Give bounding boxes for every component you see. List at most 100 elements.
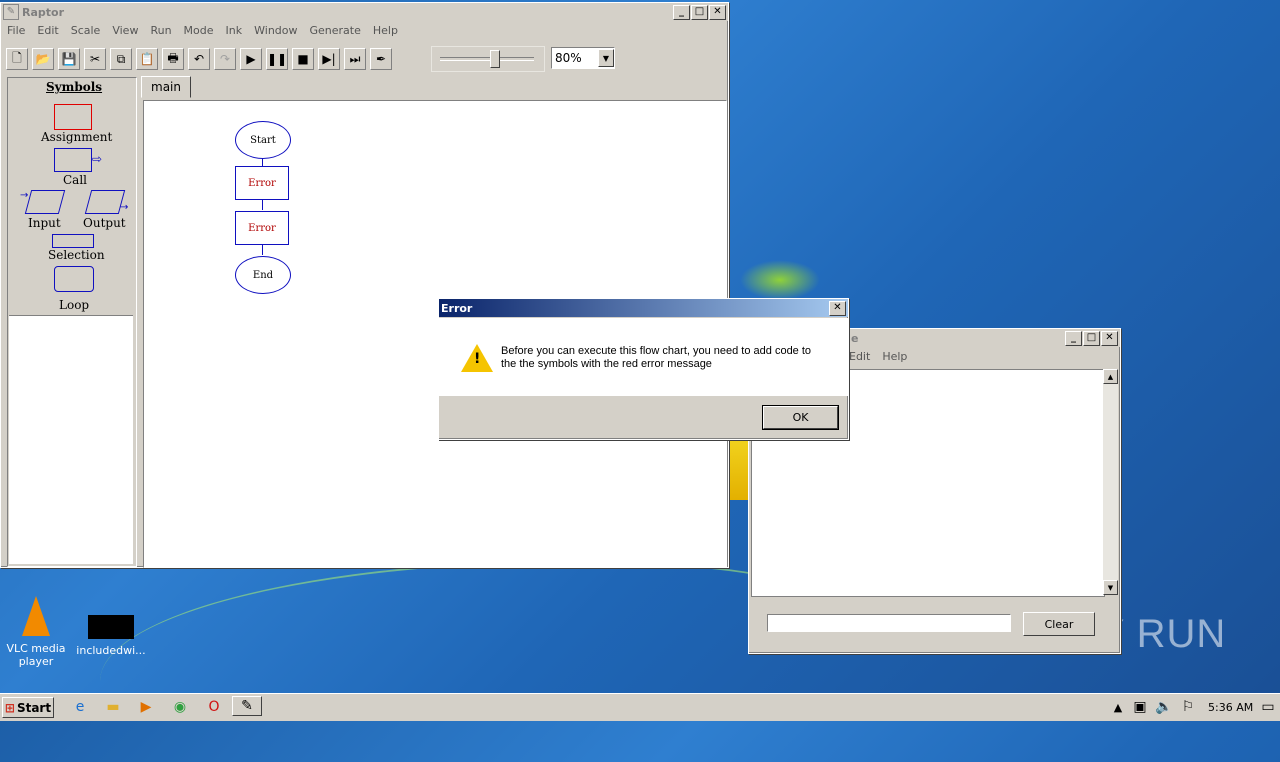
new-file-button[interactable]: 🗋 xyxy=(6,48,28,70)
close-button[interactable]: ✕ xyxy=(709,4,726,20)
maximize-button[interactable]: □ xyxy=(1083,330,1100,346)
menu-help[interactable]: Help xyxy=(367,24,404,37)
stop-button[interactable]: ■ xyxy=(292,48,314,70)
scroll-up-button[interactable]: ▲ xyxy=(1103,369,1118,384)
pen-icon: ✒ xyxy=(375,52,387,66)
symbol-selection[interactable] xyxy=(52,234,94,248)
symbol-call[interactable] xyxy=(54,148,92,172)
menu-ink[interactable]: Ink xyxy=(220,24,249,37)
desktop-icon-label: VLC media xyxy=(6,642,66,655)
show-desktop-icon[interactable]: ▭ xyxy=(1258,698,1278,716)
play-icon: ▶ xyxy=(246,52,256,66)
raptor-toolbar: 🗋 📂 💾 ✂ ⧉ 📋 🖶 ↶ ↷ ▶ ❚❚ ■ ▶| ⏭ ✒ xyxy=(6,48,396,70)
dialog-title: Error xyxy=(441,301,473,315)
flowchart-error-label: Error xyxy=(248,177,276,189)
console-input[interactable] xyxy=(767,614,1011,632)
taskbar-raptor-button[interactable]: ✎ xyxy=(232,696,262,716)
action-center-flag-icon[interactable]: ⚐ xyxy=(1178,698,1198,716)
menu-edit[interactable]: Edit xyxy=(31,24,64,37)
zoom-dropdown-button[interactable]: ▼ xyxy=(598,49,614,67)
window-title: Raptor xyxy=(22,5,65,19)
dialog-body: ! Before you can execute this flow chart… xyxy=(439,318,848,396)
ok-button[interactable]: OK xyxy=(762,405,839,430)
volume-icon[interactable]: 🔈 xyxy=(1154,698,1174,716)
print-button[interactable]: 🖶 xyxy=(162,48,184,70)
ie-icon[interactable]: e xyxy=(70,698,90,716)
tab-label: main xyxy=(151,80,181,94)
desktop-icon-included[interactable]: includedwi... xyxy=(76,615,146,657)
vlc-cone-icon xyxy=(22,596,50,636)
open-file-button[interactable]: 📂 xyxy=(32,48,54,70)
arrow-down-icon: ▼ xyxy=(1107,583,1114,592)
minimize-button[interactable]: _ xyxy=(1065,330,1082,346)
media-player-icon[interactable]: ▶ xyxy=(136,698,156,716)
speed-slider[interactable] xyxy=(431,46,545,72)
close-button[interactable]: ✕ xyxy=(1101,330,1118,346)
pause-icon: ❚❚ xyxy=(266,52,288,66)
menu-mode[interactable]: Mode xyxy=(178,24,220,37)
cut-button[interactable]: ✂ xyxy=(84,48,106,70)
clear-button[interactable]: Clear xyxy=(1023,612,1095,636)
dialog-titlebar[interactable]: Error ✕ xyxy=(439,299,848,317)
menu-view[interactable]: View xyxy=(106,24,144,37)
paste-button[interactable]: 📋 xyxy=(136,48,158,70)
flowchart-end[interactable]: End xyxy=(235,256,291,294)
run-button[interactable]: ▶ xyxy=(240,48,262,70)
save-button[interactable]: 💾 xyxy=(58,48,80,70)
raptor-titlebar[interactable]: ✎ Raptor _ □ ✕ xyxy=(1,3,728,21)
clear-button-label: Clear xyxy=(1044,617,1074,631)
zoom-select[interactable]: 80% ▼ xyxy=(551,47,615,69)
maximize-button[interactable]: □ xyxy=(691,4,708,20)
file-thumbnail-icon xyxy=(88,615,134,639)
desktop-icon-vlc[interactable]: VLC media player xyxy=(6,596,66,668)
flowchart-end-label: End xyxy=(252,269,274,281)
wallpaper-accent xyxy=(728,440,748,500)
menu-window[interactable]: Window xyxy=(248,24,303,37)
tab-main[interactable]: main xyxy=(141,76,191,98)
variables-pane[interactable] xyxy=(9,315,133,564)
dialog-message-line: the the symbols with the red error messa… xyxy=(501,358,712,370)
ink-pen-button[interactable]: ✒ xyxy=(370,48,392,70)
network-icon[interactable]: ▣ xyxy=(1130,698,1150,716)
pause-button[interactable]: ❚❚ xyxy=(266,48,288,70)
minimize-button[interactable]: _ xyxy=(673,4,690,20)
run-complete-button[interactable]: ⏭ xyxy=(344,48,366,70)
step-button[interactable]: ▶| xyxy=(318,48,340,70)
symbol-output-label: Output xyxy=(83,216,126,230)
console-scrollbar[interactable]: ▲ ▼ xyxy=(1103,369,1118,595)
chrome-icon[interactable]: ◉ xyxy=(170,698,190,716)
chevron-down-icon: ▼ xyxy=(602,53,610,63)
symbol-loop-label: Loop xyxy=(59,298,90,312)
symbol-assignment[interactable] xyxy=(54,104,92,130)
redo-button[interactable]: ↷ xyxy=(214,48,236,70)
menu-scale[interactable]: Scale xyxy=(65,24,107,37)
input-arrow-icon: → xyxy=(20,190,29,201)
folder-open-icon: 📂 xyxy=(35,52,51,66)
flowchart-start[interactable]: Start xyxy=(235,121,291,159)
flowchart-start-label: Start xyxy=(250,134,276,146)
undo-icon: ↶ xyxy=(193,52,205,66)
flowchart-error-label: Error xyxy=(248,222,276,234)
start-button[interactable]: ⊞ Start xyxy=(2,697,54,718)
flowchart-connector xyxy=(262,245,263,255)
symbol-input[interactable] xyxy=(24,190,66,214)
undo-button[interactable]: ↶ xyxy=(188,48,210,70)
menu-help[interactable]: Help xyxy=(876,350,913,363)
slider-thumb[interactable] xyxy=(489,50,500,68)
scroll-down-button[interactable]: ▼ xyxy=(1103,580,1118,595)
menu-generate[interactable]: Generate xyxy=(304,24,367,37)
dialog-close-button[interactable]: ✕ xyxy=(829,300,846,316)
menu-run[interactable]: Run xyxy=(144,24,177,37)
flowchart-error-1[interactable]: Error xyxy=(235,166,289,200)
clock[interactable]: 5:36 AM xyxy=(1208,701,1253,714)
stop-icon: ■ xyxy=(297,52,309,66)
copy-button[interactable]: ⧉ xyxy=(110,48,132,70)
show-hidden-icons[interactable]: ▲ xyxy=(1108,698,1128,716)
opera-icon[interactable]: O xyxy=(204,698,224,716)
arrow-up-icon: ▲ xyxy=(1107,372,1114,381)
menu-file[interactable]: File xyxy=(1,24,31,37)
explorer-folder-icon[interactable]: ▬ xyxy=(103,698,123,716)
paste-icon: 📋 xyxy=(139,52,155,66)
flowchart-error-2[interactable]: Error xyxy=(235,211,289,245)
symbol-loop[interactable] xyxy=(54,266,94,292)
